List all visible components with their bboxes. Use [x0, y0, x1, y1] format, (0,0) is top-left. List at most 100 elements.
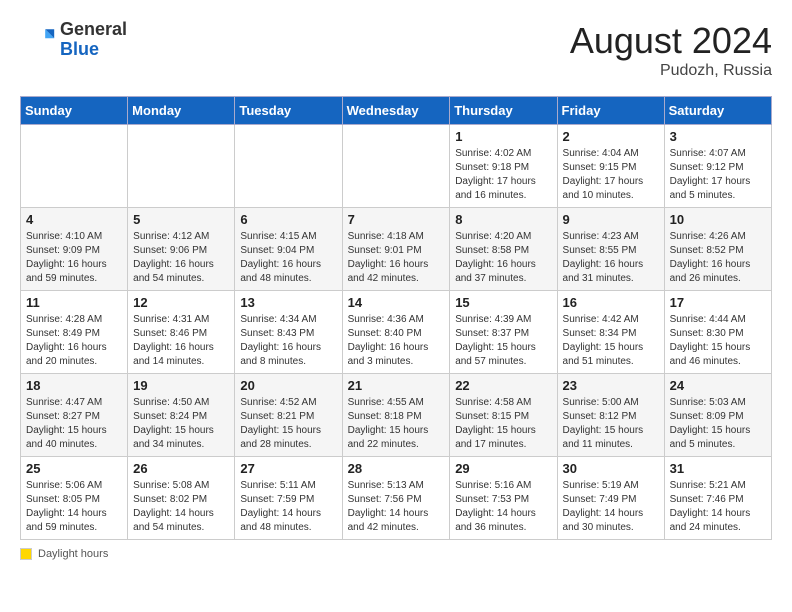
page-header: General Blue August 2024 Pudozh, Russia	[20, 20, 772, 80]
day-detail: Sunrise: 5:19 AM Sunset: 7:49 PM Dayligh…	[563, 479, 659, 535]
calendar-day-header: Wednesday	[342, 97, 450, 125]
day-number: 17	[670, 295, 766, 310]
day-detail: Sunrise: 4:42 AM Sunset: 8:34 PM Dayligh…	[563, 313, 659, 369]
calendar-week-row: 18Sunrise: 4:47 AM Sunset: 8:27 PM Dayli…	[21, 374, 772, 457]
day-detail: Sunrise: 4:10 AM Sunset: 9:09 PM Dayligh…	[26, 230, 122, 286]
calendar-cell: 11Sunrise: 4:28 AM Sunset: 8:49 PM Dayli…	[21, 291, 128, 374]
calendar-cell	[342, 125, 450, 208]
day-number: 24	[670, 378, 766, 393]
calendar-day-header: Friday	[557, 97, 664, 125]
day-detail: Sunrise: 4:39 AM Sunset: 8:37 PM Dayligh…	[455, 313, 551, 369]
calendar-day-header: Monday	[128, 97, 235, 125]
calendar-cell	[128, 125, 235, 208]
calendar-cell: 13 Sunrise: 4:34 AM Sunset: 8:43 PM Dayli…	[235, 291, 342, 374]
calendar-cell: 14 Sunrise: 4:36 AM Sunset: 8:40 PM Dayli…	[342, 291, 450, 374]
logo-text: General Blue	[60, 20, 127, 60]
day-detail: Sunrise: 5:13 AM Sunset: 7:56 PM Dayligh…	[348, 479, 445, 535]
day-number: 13	[240, 295, 336, 310]
calendar-cell: 30 Sunrise: 5:19 AM Sunset: 7:49 PM Dayli…	[557, 457, 664, 540]
calendar-cell: 10Sunrise: 4:26 AM Sunset: 8:52 PM Dayli…	[664, 208, 771, 291]
calendar-cell: 4 Sunrise: 4:10 AM Sunset: 9:09 PM Daylig…	[21, 208, 128, 291]
day-number: 30	[563, 461, 659, 476]
day-detail: Sunrise: 5:06 AM Sunset: 8:05 PM Dayligh…	[26, 479, 122, 535]
day-number: 6	[240, 212, 336, 227]
calendar-day-header: Thursday	[450, 97, 557, 125]
calendar-header: SundayMondayTuesdayWednesdayThursdayFrid…	[21, 97, 772, 125]
day-number: 20	[240, 378, 336, 393]
day-number: 4	[26, 212, 122, 227]
day-number: 25	[26, 461, 122, 476]
day-number: 14	[348, 295, 445, 310]
day-detail: Sunrise: 4:07 AM Sunset: 9:12 PM Dayligh…	[670, 147, 766, 203]
calendar-cell: 15Sunrise: 4:39 AM Sunset: 8:37 PM Dayli…	[450, 291, 557, 374]
day-detail: Sunrise: 4:44 AM Sunset: 8:30 PM Dayligh…	[670, 313, 766, 369]
day-detail: Sunrise: 4:34 AM Sunset: 8:43 PM Dayligh…	[240, 313, 336, 369]
calendar-footer: Daylight hours	[20, 548, 772, 560]
day-number: 27	[240, 461, 336, 476]
day-number: 21	[348, 378, 445, 393]
day-detail: Sunrise: 4:26 AM Sunset: 8:52 PM Dayligh…	[670, 230, 766, 286]
day-number: 12	[133, 295, 229, 310]
day-detail: Sunrise: 4:58 AM Sunset: 8:15 PM Dayligh…	[455, 396, 551, 452]
calendar-cell	[235, 125, 342, 208]
day-detail: Sunrise: 4:36 AM Sunset: 8:40 PM Dayligh…	[348, 313, 445, 369]
day-detail: Sunrise: 4:18 AM Sunset: 9:01 PM Dayligh…	[348, 230, 445, 286]
calendar-day-header: Saturday	[664, 97, 771, 125]
logo-icon	[20, 22, 56, 58]
day-number: 2	[563, 129, 659, 144]
calendar-cell: 3Sunrise: 4:07 AM Sunset: 9:12 PM Daylig…	[664, 125, 771, 208]
calendar-cell: 19 Sunrise: 4:50 AM Sunset: 8:24 PM Dayli…	[128, 374, 235, 457]
day-detail: Sunrise: 4:55 AM Sunset: 8:18 PM Dayligh…	[348, 396, 445, 452]
calendar-cell: 2 Sunrise: 4:04 AM Sunset: 9:15 PM Daylig…	[557, 125, 664, 208]
calendar-cell: 5Sunrise: 4:12 AM Sunset: 9:06 PM Daylig…	[128, 208, 235, 291]
day-number: 16	[563, 295, 659, 310]
calendar-table: SundayMondayTuesdayWednesdayThursdayFrid…	[20, 96, 772, 540]
day-detail: Sunrise: 5:11 AM Sunset: 7:59 PM Dayligh…	[240, 479, 336, 535]
calendar-cell: 7 Sunrise: 4:18 AM Sunset: 9:01 PM Daylig…	[342, 208, 450, 291]
day-detail: Sunrise: 4:12 AM Sunset: 9:06 PM Dayligh…	[133, 230, 229, 286]
day-number: 28	[348, 461, 445, 476]
calendar-week-row: 25 Sunrise: 5:06 AM Sunset: 8:05 PM Dayli…	[21, 457, 772, 540]
day-number: 7	[348, 212, 445, 227]
calendar-cell: 24 Sunrise: 5:03 AM Sunset: 8:09 PM Dayli…	[664, 374, 771, 457]
day-detail: Sunrise: 4:04 AM Sunset: 9:15 PM Dayligh…	[563, 147, 659, 203]
day-detail: Sunrise: 5:00 AM Sunset: 8:12 PM Dayligh…	[563, 396, 659, 452]
calendar-week-row: 1Sunrise: 4:02 AM Sunset: 9:18 PM Daylig…	[21, 125, 772, 208]
calendar-cell: 26Sunrise: 5:08 AM Sunset: 8:02 PM Dayli…	[128, 457, 235, 540]
calendar-week-row: 11Sunrise: 4:28 AM Sunset: 8:49 PM Dayli…	[21, 291, 772, 374]
day-number: 19	[133, 378, 229, 393]
location-title: Pudozh, Russia	[570, 62, 772, 80]
day-number: 9	[563, 212, 659, 227]
calendar-cell: 22Sunrise: 4:58 AM Sunset: 8:15 PM Dayli…	[450, 374, 557, 457]
calendar-cell: 17 Sunrise: 4:44 AM Sunset: 8:30 PM Dayli…	[664, 291, 771, 374]
day-detail: Sunrise: 4:28 AM Sunset: 8:49 PM Dayligh…	[26, 313, 122, 369]
day-detail: Sunrise: 5:03 AM Sunset: 8:09 PM Dayligh…	[670, 396, 766, 452]
calendar-cell: 12Sunrise: 4:31 AM Sunset: 8:46 PM Dayli…	[128, 291, 235, 374]
day-detail: Sunrise: 4:15 AM Sunset: 9:04 PM Dayligh…	[240, 230, 336, 286]
day-number: 8	[455, 212, 551, 227]
calendar-body: 1Sunrise: 4:02 AM Sunset: 9:18 PM Daylig…	[21, 125, 772, 540]
daylight-label: Daylight hours	[38, 548, 108, 560]
day-detail: Sunrise: 5:16 AM Sunset: 7:53 PM Dayligh…	[455, 479, 551, 535]
calendar-cell: 16 Sunrise: 4:42 AM Sunset: 8:34 PM Dayli…	[557, 291, 664, 374]
day-number: 18	[26, 378, 122, 393]
calendar-cell: 31Sunrise: 5:21 AM Sunset: 7:46 PM Dayli…	[664, 457, 771, 540]
calendar-cell: 9Sunrise: 4:23 AM Sunset: 8:55 PM Daylig…	[557, 208, 664, 291]
month-year-title: August 2024	[570, 20, 772, 62]
calendar-cell: 25 Sunrise: 5:06 AM Sunset: 8:05 PM Dayli…	[21, 457, 128, 540]
day-detail: Sunrise: 4:20 AM Sunset: 8:58 PM Dayligh…	[455, 230, 551, 286]
calendar-day-header: Sunday	[21, 97, 128, 125]
day-number: 26	[133, 461, 229, 476]
day-number: 1	[455, 129, 551, 144]
day-detail: Sunrise: 4:50 AM Sunset: 8:24 PM Dayligh…	[133, 396, 229, 452]
calendar-week-row: 4 Sunrise: 4:10 AM Sunset: 9:09 PM Daylig…	[21, 208, 772, 291]
daylight-icon	[20, 548, 32, 560]
day-number: 23	[563, 378, 659, 393]
calendar-cell	[21, 125, 128, 208]
calendar-cell: 28 Sunrise: 5:13 AM Sunset: 7:56 PM Dayli…	[342, 457, 450, 540]
calendar-header-row: SundayMondayTuesdayWednesdayThursdayFrid…	[21, 97, 772, 125]
calendar-cell: 27 Sunrise: 5:11 AM Sunset: 7:59 PM Dayli…	[235, 457, 342, 540]
day-detail: Sunrise: 5:21 AM Sunset: 7:46 PM Dayligh…	[670, 479, 766, 535]
title-block: August 2024 Pudozh, Russia	[570, 20, 772, 80]
logo-blue-text: Blue	[60, 39, 99, 59]
